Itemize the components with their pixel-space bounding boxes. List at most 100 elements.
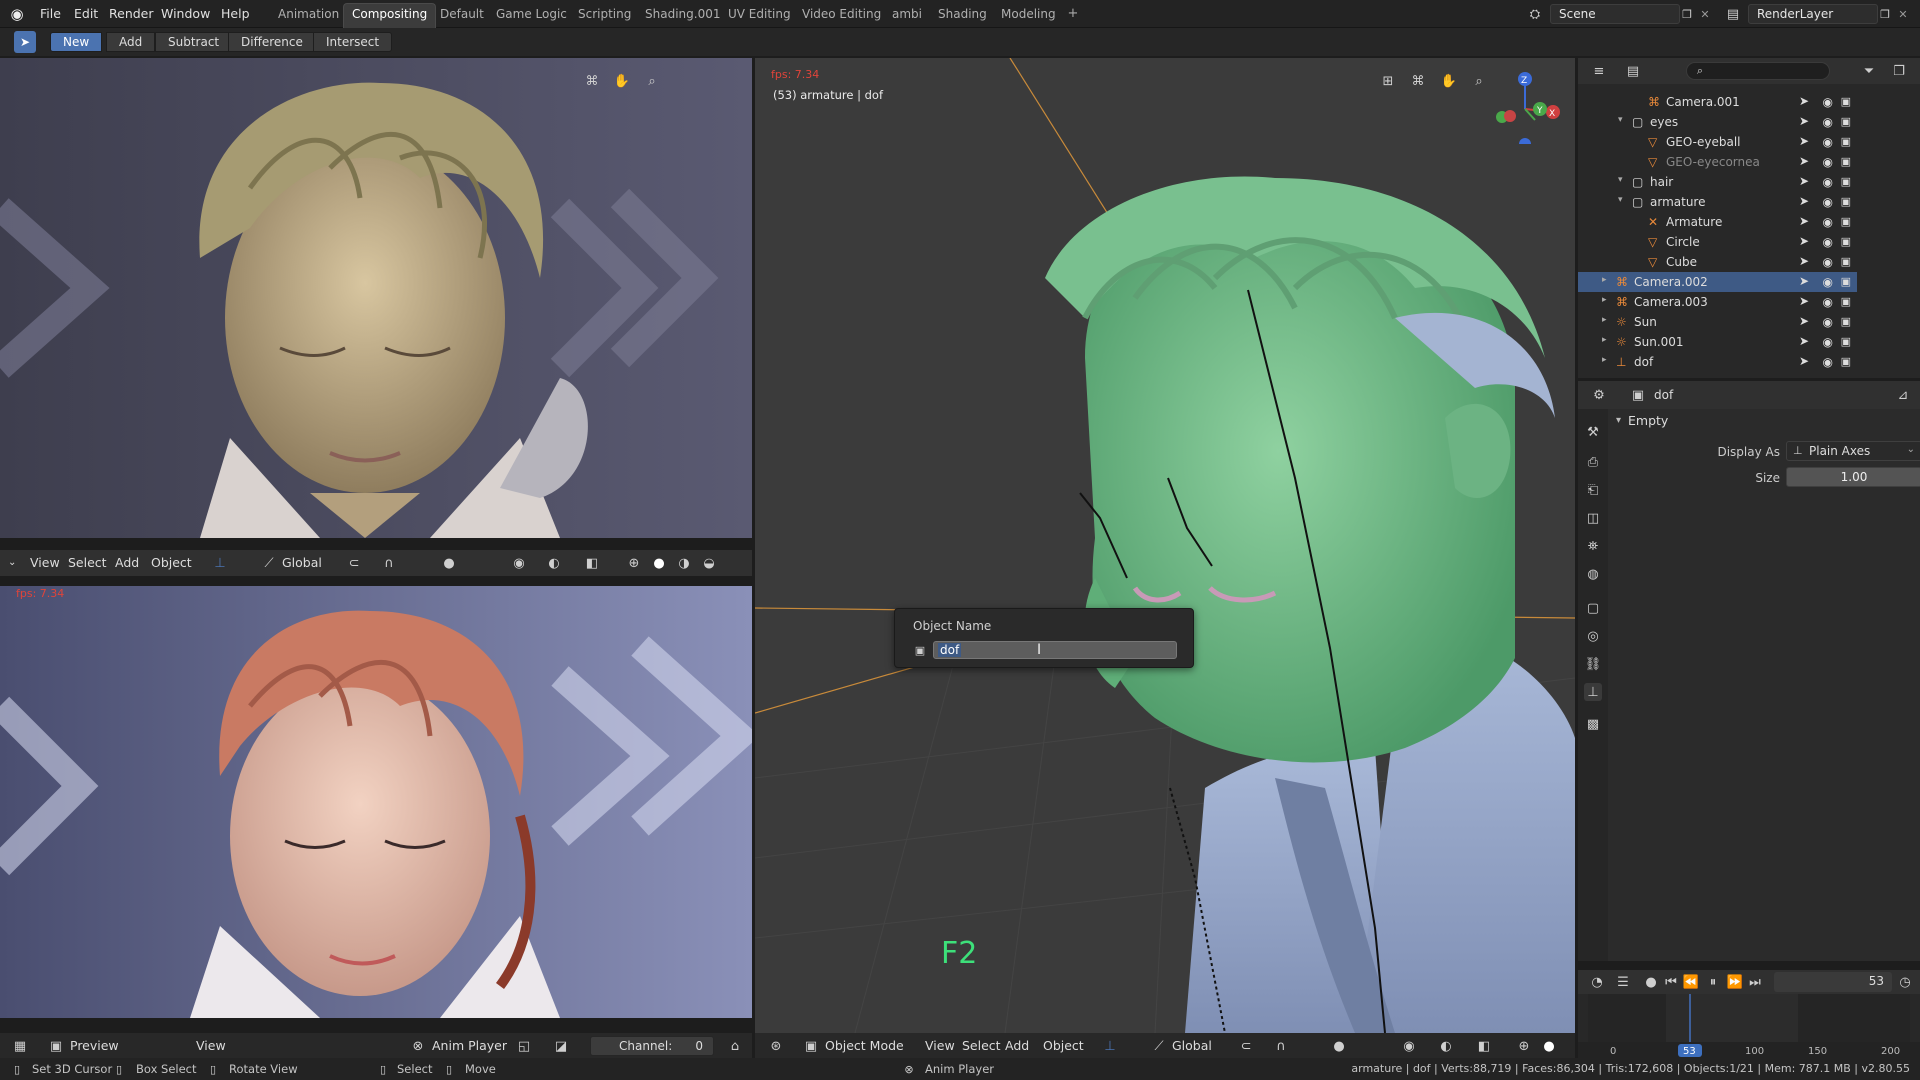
disclosure-triangle-icon[interactable]: ▾ (1618, 195, 1623, 205)
editor-type-icon[interactable]: ⚙ (1588, 386, 1610, 404)
workspace-tab[interactable]: UV Editing (728, 7, 791, 21)
render-layer-icon[interactable]: ▤ (1724, 5, 1742, 23)
selectable-arrow-icon[interactable]: ➤ (1799, 174, 1809, 188)
eye-icon[interactable]: ◉ (1823, 355, 1833, 369)
render-camera-icon[interactable]: ▣ (1841, 275, 1851, 288)
view-menu[interactable]: View (192, 1038, 230, 1053)
visibility-icon[interactable]: ◉ (510, 554, 528, 572)
selectable-arrow-icon[interactable]: ➤ (1799, 314, 1809, 328)
editor-type-icon[interactable]: ◔ (1586, 973, 1608, 991)
selectable-arrow-icon[interactable]: ➤ (1799, 214, 1809, 228)
material-shading-icon[interactable]: ◑ (675, 554, 693, 572)
select-menu[interactable]: Select (958, 1038, 1005, 1053)
render-camera-icon[interactable]: ▣ (1841, 295, 1851, 308)
magnet-icon[interactable]: ∩ (380, 554, 398, 572)
eye-icon[interactable]: ◉ (1823, 175, 1833, 189)
bool-subtract-button[interactable]: Subtract (155, 32, 233, 52)
selectable-arrow-icon[interactable]: ➤ (1799, 294, 1809, 308)
close-circle-icon[interactable]: ⊗ (902, 1061, 916, 1077)
editor-type-icon[interactable]: ⊛ (765, 1037, 787, 1055)
snap-icon[interactable]: ⊂ (1237, 1037, 1255, 1055)
proportional-edit-icon[interactable]: ● (440, 554, 458, 572)
bool-intersect-button[interactable]: Intersect (313, 32, 393, 52)
render-camera-icon[interactable]: ▣ (1841, 215, 1851, 228)
hand-pan-icon[interactable]: ✋ (1439, 72, 1459, 90)
object-menu[interactable]: Object (1039, 1038, 1088, 1053)
rendered-shading-icon[interactable]: ◒ (700, 554, 718, 572)
workspace-tab[interactable]: Default (440, 7, 484, 21)
constraints-tab-icon[interactable]: ⛓ (1584, 655, 1602, 673)
camera-view-bottom[interactable]: fps: 7.34 (0, 586, 752, 1018)
workspace-tab[interactable]: Animation (278, 7, 339, 21)
eye-icon[interactable]: ◉ (1823, 255, 1833, 269)
menu-edit[interactable]: Edit (74, 6, 98, 21)
scene-field[interactable]: Scene (1550, 4, 1680, 24)
transform-pivot-icon[interactable]: ⊥ (1100, 1037, 1120, 1055)
world-tab-icon[interactable]: ◍ (1584, 565, 1602, 583)
channels-icon[interactable]: ◪ (552, 1037, 570, 1055)
camera-view-top[interactable]: ⌘ ✋ ⌕ (0, 58, 752, 538)
bool-difference-button[interactable]: Difference (228, 32, 316, 52)
collapse-icon[interactable]: ▾ (1616, 415, 1621, 426)
object-name-input[interactable]: dof Ⅰ (933, 641, 1177, 659)
disclosure-triangle-icon[interactable]: ▾ (1618, 175, 1623, 185)
grid-view-icon[interactable]: ⊞ (1378, 72, 1398, 90)
eye-icon[interactable]: ◉ (1823, 155, 1833, 169)
collapse-icon[interactable]: ⌄ (4, 557, 20, 568)
select-menu[interactable]: Select (64, 555, 111, 570)
size-field[interactable]: 1.00 (1786, 467, 1920, 487)
scene-icon[interactable]: ⛭ (1526, 5, 1544, 23)
eye-icon[interactable]: ◉ (1823, 115, 1833, 129)
outliner-item-sun[interactable]: ▸ ☼ Sun ➤ ◉ ▣ (1578, 312, 1857, 332)
disclosure-triangle-icon[interactable]: ▸ (1602, 335, 1607, 345)
selectable-arrow-icon[interactable]: ➤ (1799, 334, 1809, 348)
outliner-item-camera-001[interactable]: ⌘ Camera.001 ➤ ◉ ▣ (1578, 92, 1857, 112)
camera-icon[interactable]: ⌘ (1408, 72, 1428, 90)
display-mode-icon[interactable]: ◱ (515, 1037, 533, 1055)
outliner-item-dof[interactable]: ▸ ⊥ dof ➤ ◉ ▣ (1578, 352, 1857, 372)
render-camera-icon[interactable]: ▣ (1841, 155, 1851, 168)
anim-player-button[interactable]: Anim Player (428, 1038, 511, 1053)
display-as-dropdown[interactable]: ⊥ Plain Axes ⌄ (1786, 441, 1920, 461)
workspace-tab[interactable]: Modeling (1001, 7, 1056, 21)
transform-pivot-icon[interactable]: ⊥ (210, 554, 230, 572)
workspace-tab-active[interactable]: Compositing (343, 3, 437, 28)
xray-icon[interactable]: ◧ (583, 554, 601, 572)
hand-pan-icon[interactable]: ✋ (612, 72, 632, 90)
outliner-item-geo-eyeball[interactable]: ▽ GEO-eyeball ➤ ◉ ▣ (1578, 132, 1857, 152)
eye-icon[interactable]: ◉ (1823, 195, 1833, 209)
filter-icon[interactable]: ⏷ (1858, 62, 1880, 80)
visibility-icon[interactable]: ◉ (1400, 1037, 1418, 1055)
jump-end-icon[interactable]: ⏭ (1746, 973, 1764, 991)
selectable-arrow-icon[interactable]: ➤ (1799, 254, 1809, 268)
close-icon[interactable]: ✕ (1698, 6, 1712, 22)
selectable-arrow-icon[interactable]: ➤ (1799, 274, 1809, 288)
outliner-search-input[interactable]: ⌕ (1686, 62, 1830, 80)
camera-icon[interactable]: ⌘ (582, 72, 602, 90)
solid-shading-icon[interactable]: ● (1540, 1037, 1558, 1055)
display-mode-icon[interactable]: ▤ (1622, 62, 1644, 80)
current-frame-field[interactable]: 53 (1774, 972, 1892, 992)
object-mode-dropdown[interactable]: Object Mode (821, 1038, 908, 1053)
disclosure-triangle-icon[interactable]: ▾ (1618, 115, 1623, 125)
render-camera-icon[interactable]: ▣ (1841, 255, 1851, 268)
object-menu[interactable]: Object (147, 555, 196, 570)
overlay-icon[interactable]: ◐ (1437, 1037, 1455, 1055)
next-keyframe-icon[interactable]: ⏩ (1726, 973, 1744, 991)
render-camera-icon[interactable]: ▣ (1841, 195, 1851, 208)
pause-icon[interactable]: ⏸ (1704, 973, 1722, 991)
workspace-tab[interactable]: Scripting (578, 7, 631, 21)
selectable-arrow-icon[interactable]: ➤ (1799, 154, 1809, 168)
render-camera-icon[interactable]: ▣ (1841, 95, 1851, 108)
view-menu[interactable]: View (921, 1038, 959, 1053)
selectable-arrow-icon[interactable]: ➤ (1799, 94, 1809, 108)
editor-type-icon[interactable]: ▦ (10, 1037, 30, 1055)
eye-icon[interactable]: ◉ (1823, 235, 1833, 249)
scene-tab-icon[interactable]: ⛯ (1584, 537, 1602, 555)
workspace-tab[interactable]: Shading.001 (645, 7, 720, 21)
disclosure-triangle-icon[interactable]: ▸ (1602, 315, 1607, 325)
selectable-arrow-icon[interactable]: ➤ (1799, 354, 1809, 368)
workspace-tab[interactable]: Video Editing (802, 7, 881, 21)
overlay-icon[interactable]: ◐ (545, 554, 563, 572)
blender-logo-icon[interactable]: ◉ (8, 5, 26, 23)
